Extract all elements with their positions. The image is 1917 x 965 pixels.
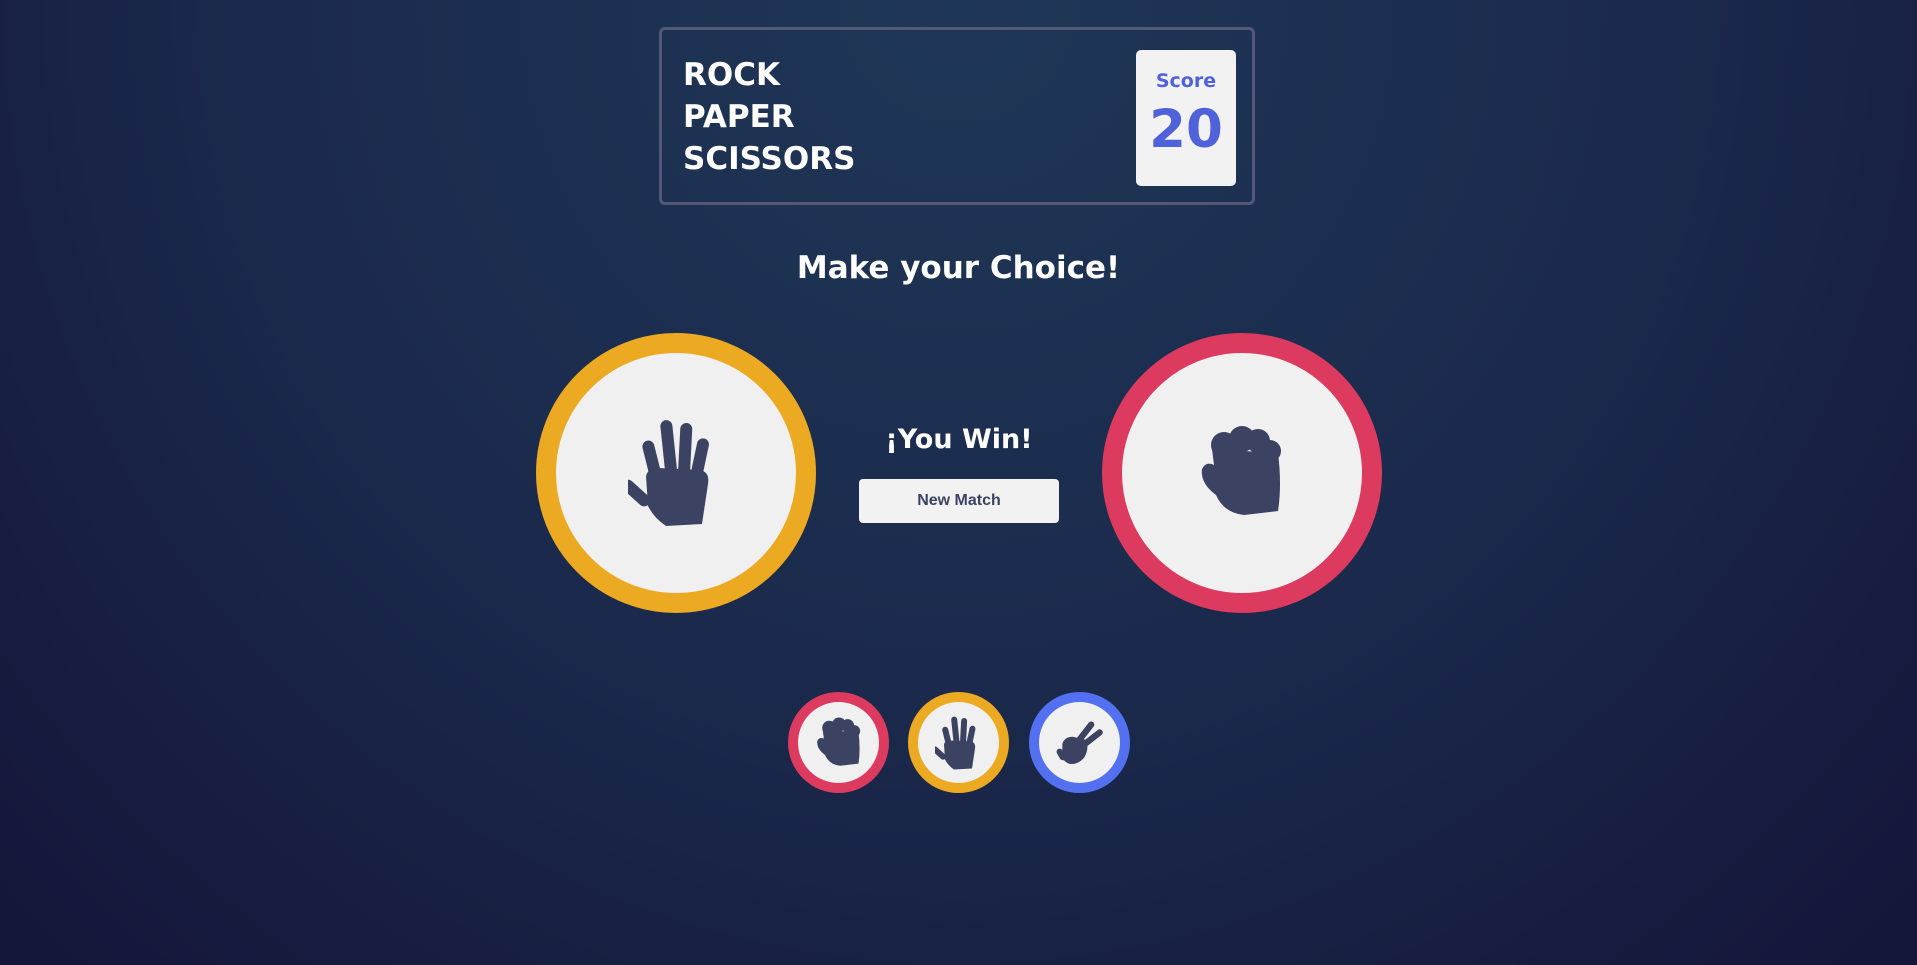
player-pick-paper — [536, 333, 816, 613]
choice-prompt: Make your Choice! — [796, 250, 1121, 286]
paper-hand-icon — [934, 716, 975, 769]
choose-scissors-button[interactable] — [1029, 692, 1130, 793]
rock-hand-icon — [816, 717, 860, 766]
choose-paper-button[interactable] — [908, 692, 1009, 793]
score-value: 20 — [1149, 99, 1223, 160]
house-pick-rock — [1102, 333, 1382, 613]
title-line-scissors: SCISSORS — [683, 141, 856, 177]
score-label: Score — [1155, 70, 1217, 92]
choose-rock-button[interactable] — [788, 692, 889, 793]
rock-hand-icon — [1201, 426, 1281, 515]
score-box: Score 20 — [1136, 50, 1236, 186]
game-title: ROCK PAPER SCISSORS — [683, 54, 855, 180]
scissors-hand-icon — [1056, 720, 1103, 764]
scoreboard-header: ROCK PAPER SCISSORS Score 20 — [659, 27, 1255, 205]
result-text: ¡You Win! — [885, 424, 1033, 455]
title-line-paper: PAPER — [683, 99, 795, 135]
title-line-rock: ROCK — [683, 57, 780, 93]
paper-hand-icon — [628, 420, 709, 526]
new-match-button[interactable]: New Match — [859, 479, 1059, 523]
